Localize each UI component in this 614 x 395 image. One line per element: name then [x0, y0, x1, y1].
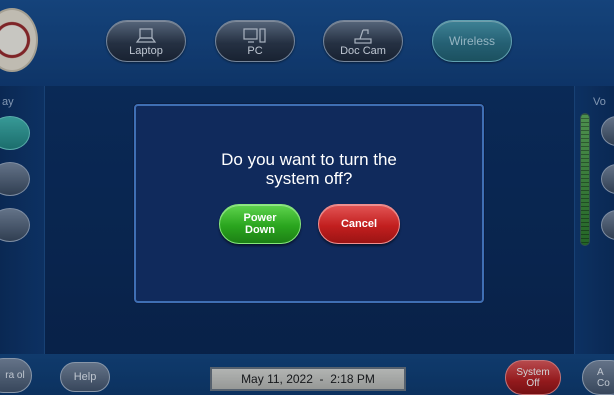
- power-off-dialog: Do you want to turn the system off? Powe…: [134, 104, 484, 303]
- cancel-button[interactable]: Cancel: [318, 204, 400, 244]
- power-down-label: Power Down: [243, 212, 277, 236]
- control-panel-screen: Laptop PC Doc Cam Wireless ay Vo ra ol H…: [0, 0, 614, 395]
- cancel-label: Cancel: [340, 218, 378, 230]
- power-down-button[interactable]: Power Down: [219, 204, 301, 244]
- dialog-message: Do you want to turn the system off?: [221, 150, 397, 188]
